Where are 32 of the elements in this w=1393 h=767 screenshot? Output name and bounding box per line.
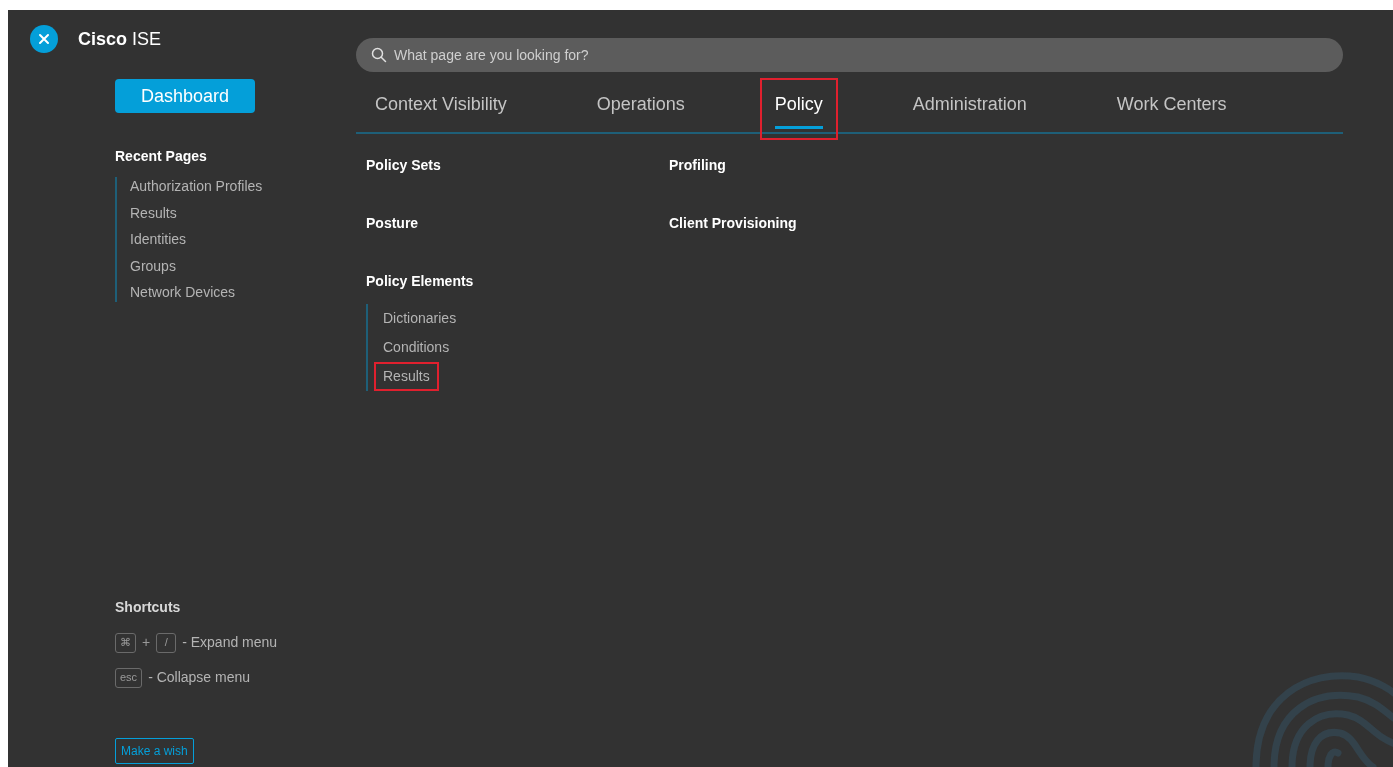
menu-item-link[interactable]: Conditions <box>374 333 459 362</box>
menu-section-link[interactable]: Posture <box>366 214 669 232</box>
shortcut-description: - Collapse menu <box>148 668 251 687</box>
nav-tab[interactable]: Context Visibility <box>360 78 522 140</box>
nav-tab[interactable]: Policy <box>759 78 838 140</box>
nav-tab[interactable]: Work Centers <box>1101 78 1242 140</box>
recent-page-link[interactable]: Network Devices <box>130 283 356 302</box>
close-icon <box>38 33 50 45</box>
recent-page-link[interactable]: Results <box>130 203 356 222</box>
search-icon <box>371 47 387 63</box>
menu-section-link[interactable]: Policy Elements <box>366 272 669 290</box>
key-cap: esc <box>115 667 143 688</box>
shortcut-description: - Expand menu <box>182 633 278 652</box>
section-heading: Recent Pages <box>115 147 208 166</box>
menu-section-link[interactable]: Profiling <box>669 156 972 174</box>
recent-page-link[interactable]: Authorization Profiles <box>130 177 356 196</box>
menu-item-link[interactable]: Results <box>374 362 439 391</box>
nav-tab[interactable]: Administration <box>897 78 1042 140</box>
app-title: Cisco ISE <box>78 27 162 51</box>
recent-page-link[interactable]: Groups <box>130 256 356 275</box>
close-button[interactable] <box>30 25 58 53</box>
plus-sign: + <box>142 633 151 652</box>
menu-section-link[interactable]: Policy Sets <box>366 156 669 174</box>
nav-tab[interactable]: Operations <box>581 78 700 140</box>
search-field[interactable]: What page are you looking for? <box>356 38 1343 72</box>
key-cap: ⌘ <box>115 632 136 653</box>
section-heading: Shortcuts <box>115 598 182 617</box>
menu-section-link[interactable]: Client Provisioning <box>669 214 972 232</box>
menu-item-link[interactable]: Dictionaries <box>374 304 466 333</box>
make-a-wish-button[interactable]: Make a wish <box>115 738 194 764</box>
recent-page-link[interactable]: Identities <box>130 230 356 249</box>
key-cap: / <box>156 632 177 653</box>
